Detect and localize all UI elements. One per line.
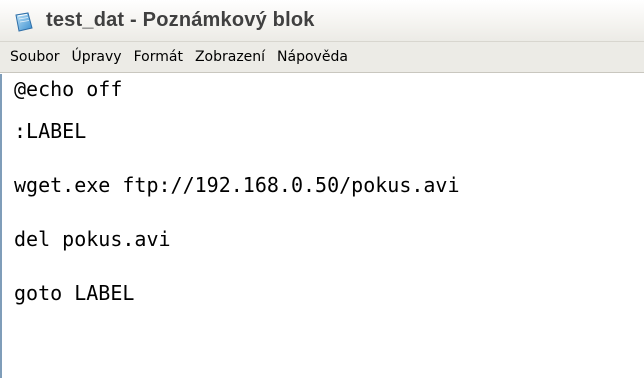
menu-bar: Soubor Úpravy Formát Zobrazení Nápověda	[0, 42, 644, 73]
menu-napoveda[interactable]: Nápověda	[271, 49, 354, 65]
window-title: test_dat - Poznámkový blok	[46, 9, 315, 31]
editor-line: :LABEL	[14, 119, 87, 143]
menu-format[interactable]: Formát	[128, 49, 189, 65]
editor-line: goto LABEL	[14, 281, 135, 305]
menu-soubor[interactable]: Soubor	[4, 49, 66, 65]
editor-content: @echo off :LABEL wget.exe ftp://192.168.…	[14, 74, 460, 320]
menu-upravy[interactable]: Úpravy	[66, 49, 128, 65]
editor-line: wget.exe ftp://192.168.0.50/pokus.avi	[14, 173, 460, 197]
notepad-window: test_dat - Poznámkový blok Soubor Úpravy…	[0, 0, 644, 378]
editor-line: del pokus.avi	[14, 227, 171, 251]
notepad-icon	[15, 12, 33, 32]
editor-line: @echo off	[14, 77, 123, 101]
title-bar[interactable]: test_dat - Poznámkový blok	[0, 0, 644, 42]
text-editor[interactable]: @echo off :LABEL wget.exe ftp://192.168.…	[0, 74, 644, 378]
menu-zobrazeni[interactable]: Zobrazení	[189, 49, 271, 65]
